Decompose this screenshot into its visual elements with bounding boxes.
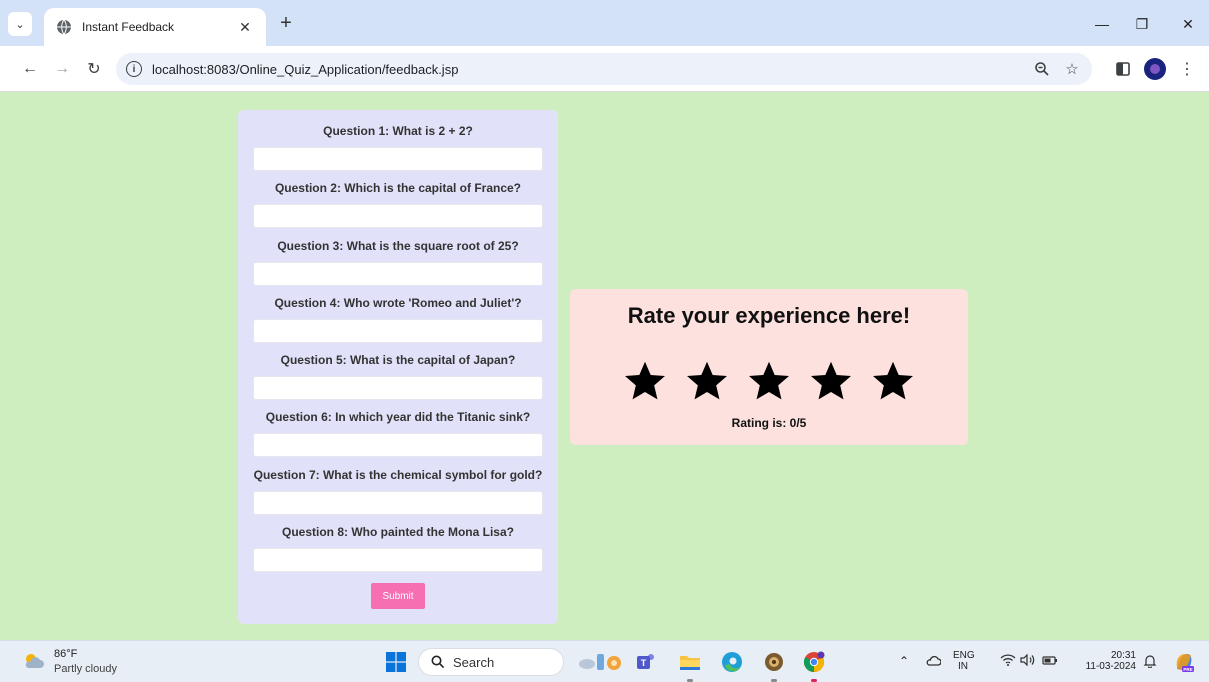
wifi-icon[interactable] xyxy=(1000,654,1016,669)
svg-text:T: T xyxy=(641,658,647,668)
widgets-app[interactable] xyxy=(578,650,624,674)
chevron-down-icon: ⌄ xyxy=(15,18,25,31)
info-icon[interactable]: i xyxy=(126,61,142,77)
language-code: ENG xyxy=(953,650,975,661)
kebab-menu-icon[interactable]: ⋮ xyxy=(1176,58,1198,80)
reload-button[interactable]: ↻ xyxy=(82,57,106,81)
star-rating xyxy=(623,359,915,407)
teams-app[interactable]: T xyxy=(634,650,658,674)
avatar-badge xyxy=(1150,64,1160,74)
copilot-icon: PRE xyxy=(1176,654,1194,672)
star-icon-4[interactable] xyxy=(809,359,853,403)
answer-input-6[interactable] xyxy=(253,433,543,457)
teams-icon: T xyxy=(637,654,654,669)
rating-status: Rating is: 0/5 xyxy=(731,416,807,430)
address-bar[interactable]: i localhost:8083/Online_Quiz_Application… xyxy=(116,53,1092,85)
star-icon-2[interactable] xyxy=(685,359,729,403)
question-label: Question 5: What is the capital of Japan… xyxy=(280,353,516,367)
folder-icon xyxy=(680,656,700,670)
browser-toolbar: ← → ↻ i localhost:8083/Online_Quiz_Appli… xyxy=(0,46,1209,92)
chevron-up-icon[interactable]: ⌃ xyxy=(899,654,909,668)
close-tab-icon[interactable]: ✕ xyxy=(236,19,254,36)
bookmark-star-icon[interactable]: ☆ xyxy=(1062,59,1082,79)
reload-icon: ↻ xyxy=(87,61,101,78)
star-icon-5[interactable] xyxy=(871,359,915,403)
answer-input-3[interactable] xyxy=(253,262,543,286)
minimize-button[interactable]: — xyxy=(1090,14,1114,34)
question-block: Question 8: Who painted the Mona Lisa? xyxy=(253,524,543,572)
question-block: Question 3: What is the square root of 2… xyxy=(253,238,543,286)
browser-tab-bar: ⌄ Instant Feedback ✕ + — ❐ ✕ xyxy=(0,0,1209,46)
question-block: Question 4: Who wrote 'Romeo and Juliet'… xyxy=(253,295,543,343)
star-icon-1[interactable] xyxy=(623,359,667,403)
partly-cloudy-icon[interactable] xyxy=(22,652,46,670)
tab-search-button[interactable]: ⌄ xyxy=(8,12,32,36)
quiz-form: Question 1: What is 2 + 2? Question 2: W… xyxy=(238,110,558,624)
app-emblem[interactable] xyxy=(762,650,786,674)
question-label: Question 1: What is 2 + 2? xyxy=(323,124,473,138)
zoom-icon[interactable] xyxy=(1032,59,1052,79)
question-block: Question 2: Which is the capital of Fran… xyxy=(253,180,543,228)
copilot-app[interactable]: PRE xyxy=(1172,650,1196,674)
emblem-icon xyxy=(765,653,783,671)
forward-button[interactable]: → xyxy=(50,57,74,81)
close-window-button[interactable]: ✕ xyxy=(1176,14,1200,34)
question-block: Question 1: What is 2 + 2? xyxy=(253,123,543,171)
star-icon-3[interactable] xyxy=(747,359,791,403)
profile-avatar[interactable] xyxy=(1144,58,1166,80)
tab-title: Instant Feedback xyxy=(82,20,175,34)
side-panel-icon[interactable] xyxy=(1112,58,1134,80)
browser-tab-active[interactable]: Instant Feedback ✕ xyxy=(44,8,266,46)
windows-taskbar: 86°F Partly cloudy Search T ⌃ ENG IN 20:… xyxy=(0,640,1209,682)
edge-app[interactable] xyxy=(720,650,744,674)
search-label: Search xyxy=(453,654,495,670)
submit-button[interactable]: Submit xyxy=(371,583,425,609)
question-label: Question 7: What is the chemical symbol … xyxy=(253,468,543,482)
clock-date: 11-03-2024 xyxy=(1085,661,1136,672)
language-indicator[interactable]: ENG IN xyxy=(953,650,975,672)
answer-input-2[interactable] xyxy=(253,204,543,228)
question-label: Question 4: Who wrote 'Romeo and Juliet'… xyxy=(274,296,522,310)
widgets-icon xyxy=(579,654,621,670)
windows-logo-icon xyxy=(386,652,406,672)
system-clock[interactable]: 20:31 11-03-2024 xyxy=(1066,650,1136,672)
restore-button[interactable]: ❐ xyxy=(1130,14,1154,34)
arrow-left-icon: ← xyxy=(22,60,38,77)
arrow-right-icon: → xyxy=(54,60,70,77)
question-block: Question 6: In which year did the Titani… xyxy=(253,409,543,457)
question-block: Question 7: What is the chemical symbol … xyxy=(253,467,543,515)
answer-input-8[interactable] xyxy=(253,548,543,572)
question-label: Question 6: In which year did the Titani… xyxy=(265,410,531,424)
answer-input-7[interactable] xyxy=(253,491,543,515)
url-text: localhost:8083/Online_Quiz_Application/f… xyxy=(152,61,459,77)
weather-description[interactable]: Partly cloudy xyxy=(54,663,117,675)
question-label: Question 3: What is the square root of 2… xyxy=(277,239,519,253)
rating-title: Rate your experience here! xyxy=(627,303,911,328)
answer-input-4[interactable] xyxy=(253,319,543,343)
clock-time: 20:31 xyxy=(1110,650,1136,661)
battery-icon[interactable] xyxy=(1042,654,1058,669)
back-button[interactable]: ← xyxy=(18,57,42,81)
chrome-icon xyxy=(803,651,825,673)
volume-icon[interactable] xyxy=(1020,653,1036,669)
chrome-app[interactable] xyxy=(802,650,826,674)
taskbar-search[interactable]: Search xyxy=(418,648,564,676)
region-code: IN xyxy=(958,661,968,672)
new-tab-button[interactable]: + xyxy=(276,13,296,34)
globe-icon xyxy=(57,19,71,35)
search-icon xyxy=(431,655,445,669)
weather-temperature[interactable]: 86°F xyxy=(54,648,77,660)
question-block: Question 5: What is the capital of Japan… xyxy=(253,352,543,400)
file-explorer-app[interactable] xyxy=(678,650,702,674)
answer-input-1[interactable] xyxy=(253,147,543,171)
question-label: Question 8: Who painted the Mona Lisa? xyxy=(281,525,514,539)
edge-icon xyxy=(722,652,742,672)
onedrive-cloud-icon[interactable] xyxy=(925,654,942,669)
start-button[interactable] xyxy=(384,650,408,674)
answer-input-5[interactable] xyxy=(253,376,543,400)
question-label: Question 2: Which is the capital of Fran… xyxy=(274,181,522,195)
notification-bell-icon[interactable] xyxy=(1143,654,1157,671)
svg-text:PRE: PRE xyxy=(1183,667,1192,672)
rating-panel: Rate your experience here! Rating is: 0/… xyxy=(570,289,968,445)
